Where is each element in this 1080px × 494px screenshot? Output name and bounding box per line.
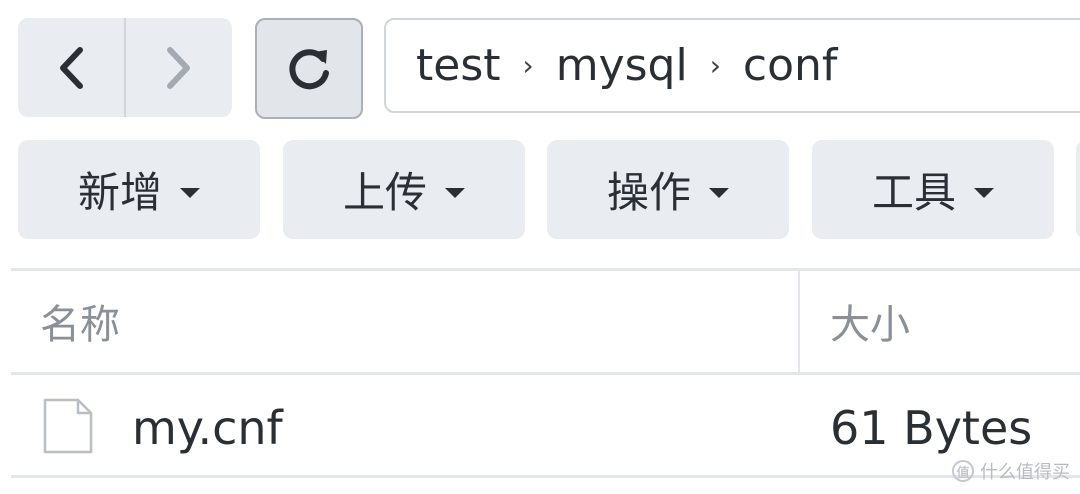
header-divider: [11, 372, 1080, 375]
file-size: 61 Bytes: [830, 401, 1033, 455]
chevron-left-icon: [60, 46, 83, 89]
forward-button[interactable]: [126, 18, 232, 117]
refresh-icon: [289, 48, 329, 89]
action-menu-button[interactable]: 操作: [547, 140, 789, 239]
column-resize-handle[interactable]: [798, 271, 800, 373]
path-bar[interactable]: test › mysql › conf: [384, 18, 1080, 113]
caret-down-icon: [445, 187, 465, 198]
toolbar-more-button[interactable]: [1076, 140, 1080, 239]
caret-down-icon: [974, 187, 994, 198]
breadcrumb-item-conf[interactable]: conf: [743, 43, 838, 88]
create-menu-button[interactable]: 新增: [18, 140, 260, 239]
column-header-size[interactable]: 大小: [830, 300, 910, 350]
file-manager-window: test › mysql › conf 新增 上传 操作 工具 名称 大小 my…: [0, 0, 1080, 494]
upload-menu-button[interactable]: 上传: [283, 140, 525, 239]
breadcrumb-item-test[interactable]: test: [416, 43, 501, 88]
site-watermark: 值 什么值得买: [952, 458, 1070, 484]
tools-menu-label: 工具: [871, 168, 956, 217]
file-icon: [43, 398, 93, 454]
breadcrumb-separator: ›: [709, 48, 721, 82]
breadcrumb-separator: ›: [522, 48, 534, 82]
list-top-divider: [11, 268, 1080, 271]
history-nav-group: [18, 18, 232, 117]
tools-menu-button[interactable]: 工具: [812, 140, 1054, 239]
column-header-name[interactable]: 名称: [40, 300, 120, 350]
back-button[interactable]: [18, 18, 124, 117]
caret-down-icon: [709, 187, 729, 198]
watermark-logo-icon: 值: [952, 460, 974, 482]
row-divider: [11, 475, 1080, 478]
upload-menu-label: 上传: [342, 168, 427, 217]
watermark-text: 什么值得买: [980, 462, 1070, 483]
refresh-button[interactable]: [255, 18, 363, 119]
breadcrumb-item-mysql[interactable]: mysql: [556, 43, 688, 88]
caret-down-icon: [180, 187, 200, 198]
chevron-right-icon: [167, 46, 190, 89]
file-name: my.cnf: [132, 401, 283, 455]
create-menu-label: 新增: [77, 168, 162, 217]
action-menu-label: 操作: [606, 168, 691, 217]
